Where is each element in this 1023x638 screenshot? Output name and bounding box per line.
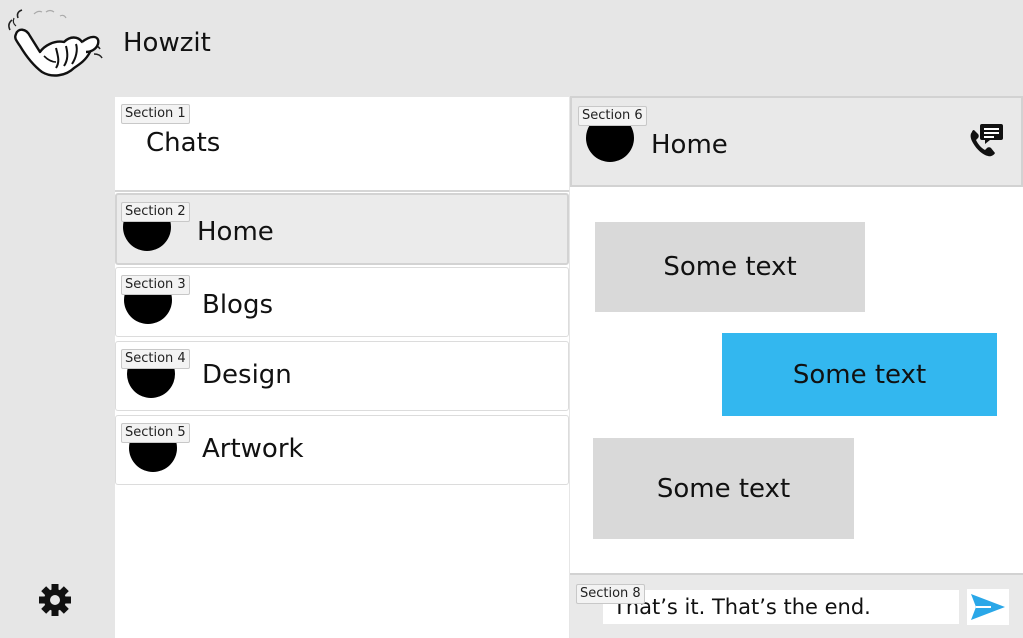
avatar: [124, 290, 174, 326]
message-bubble-incoming: Some text: [593, 438, 854, 539]
message-input[interactable]: [603, 590, 959, 624]
message-bubble-incoming: Some text: [595, 222, 865, 312]
conversation-header: Section 6 Home: [570, 96, 1023, 187]
section-label: Section 2: [121, 202, 190, 222]
section-label: Section 4: [121, 349, 190, 369]
message-bubble-outgoing: Some text: [722, 333, 997, 416]
section-label: Section 5: [121, 423, 190, 443]
chat-item-home[interactable]: Section 2 Home: [115, 193, 569, 265]
avatar: [129, 438, 179, 474]
gear-icon[interactable]: [38, 583, 72, 617]
chat-item-name: Blogs: [202, 290, 274, 320]
chat-item-name: Home: [197, 217, 274, 247]
chat-item-name: Design: [202, 360, 292, 390]
chat-item-artwork[interactable]: Section 5 Artwork: [115, 415, 569, 485]
section-label: Section 8: [576, 584, 645, 604]
avatar: [123, 217, 173, 253]
app-window: Howzit Section 1 Chats Section 2 Home Se…: [0, 0, 1023, 638]
conversation-title: Home: [651, 130, 728, 160]
conversation-panel: Section 6 Home Some text Some text Some …: [570, 96, 1023, 638]
chats-title: Chats: [146, 128, 221, 158]
chats-header: Section 1 Chats: [115, 97, 569, 192]
app-title: Howzit: [123, 28, 211, 58]
section-label: Section 3: [121, 275, 190, 295]
shaka-hand-icon: [8, 9, 103, 77]
chat-item-blogs[interactable]: Section 3 Blogs: [115, 267, 569, 337]
phone-chat-icon[interactable]: [968, 122, 1004, 158]
compose-bar: Section 8: [570, 573, 1023, 638]
avatar: [127, 364, 177, 400]
section-label: Section 6: [578, 106, 647, 126]
chat-item-name: Artwork: [202, 434, 304, 464]
chat-item-design[interactable]: Section 4 Design: [115, 341, 569, 411]
section-label: Section 1: [121, 104, 190, 124]
avatar: [586, 122, 636, 162]
send-icon: [971, 594, 1005, 620]
send-button[interactable]: [967, 589, 1009, 625]
chat-list-panel: Section 1 Chats Section 2 Home Section 3…: [115, 97, 569, 638]
